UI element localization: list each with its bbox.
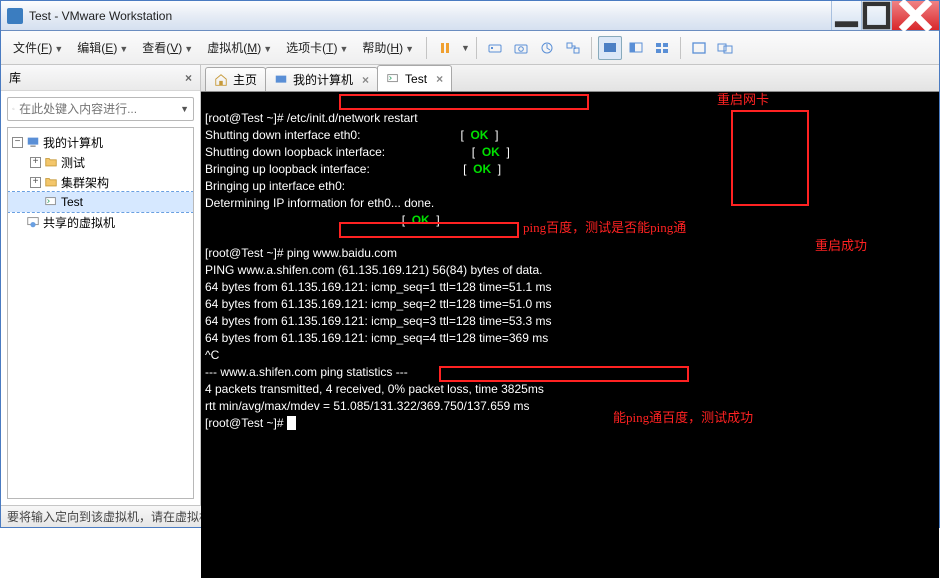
sidebar-title: 库 (9, 69, 21, 86)
menubar: 文件(F)▼ 编辑(E)▼ 查看(V)▼ 虚拟机(M)▼ 选项卡(T)▼ 帮助(… (1, 31, 939, 65)
titlebar: Test - VMware Workstation (1, 1, 939, 31)
maximize-button[interactable] (861, 1, 891, 30)
seamless-button[interactable] (713, 36, 737, 60)
snapshot-manager-button[interactable] (535, 36, 559, 60)
vm-icon (386, 72, 400, 86)
sidebar: 库 × ▼ −我的计算机 +测试 +集群架构 Test 共享的虚拟机 (1, 65, 201, 505)
computer-icon (26, 135, 40, 149)
sidebar-header: 库 × (1, 65, 200, 91)
annotation-box-3 (439, 366, 689, 382)
tab-test[interactable]: Test× (377, 65, 452, 91)
tree: −我的计算机 +测试 +集群架构 Test 共享的虚拟机 (7, 127, 194, 499)
shared-icon (26, 215, 40, 229)
tab-mycomputer[interactable]: 我的计算机× (265, 67, 378, 91)
close-icon[interactable]: × (436, 72, 443, 86)
vm-icon (44, 195, 58, 209)
close-button[interactable] (891, 1, 939, 30)
fullscreen-button[interactable] (687, 36, 711, 60)
annotation-box-2 (339, 222, 519, 238)
terminal[interactable]: [root@Test ~]# /etc/init.d/network resta… (201, 92, 939, 578)
annotation-2: ping百度，测试是否能ping通 (523, 220, 686, 236)
app-icon (7, 8, 23, 24)
annotation-1: 重启网卡 (717, 92, 769, 108)
view-unity-button[interactable] (650, 36, 674, 60)
annotation-4: 能ping通百度，测试成功 (613, 410, 753, 426)
search-input[interactable] (19, 102, 174, 116)
folder-icon (44, 175, 58, 189)
window-title: Test - VMware Workstation (29, 9, 831, 23)
search-icon (12, 102, 15, 116)
snapshot-button[interactable] (509, 36, 533, 60)
view-console-button[interactable] (598, 36, 622, 60)
annotation-3: 重启成功 (815, 238, 867, 254)
menu-edit[interactable]: 编辑(E)▼ (71, 35, 134, 60)
close-icon[interactable]: × (362, 73, 369, 87)
tree-root[interactable]: −我的计算机 (8, 132, 193, 152)
tabbar: 主页 我的计算机× Test× (201, 65, 939, 92)
minimize-button[interactable] (831, 1, 861, 30)
menu-vm[interactable]: 虚拟机(M)▼ (201, 35, 278, 60)
search-dropdown-icon[interactable]: ▼ (180, 104, 189, 114)
tree-item-test[interactable]: Test (8, 192, 193, 212)
folder-icon (44, 155, 58, 169)
tab-home[interactable]: 主页 (205, 67, 266, 91)
home-icon (214, 73, 228, 87)
menu-file[interactable]: 文件(F)▼ (7, 35, 69, 60)
main: 主页 我的计算机× Test× [root@Test ~]# /etc/init… (201, 65, 939, 505)
annotation-box-ok (731, 110, 809, 206)
computer-icon (274, 73, 288, 87)
view-thumbnail-button[interactable] (624, 36, 648, 60)
menu-help[interactable]: 帮助(H)▼ (356, 35, 420, 60)
search-box[interactable]: ▼ (7, 97, 194, 121)
annotation-box-1 (339, 94, 589, 110)
menu-view[interactable]: 查看(V)▼ (136, 35, 199, 60)
send-cad-button[interactable] (483, 36, 507, 60)
cursor (287, 416, 296, 430)
tree-item-test-cn[interactable]: +测试 (8, 152, 193, 172)
pause-button[interactable] (433, 36, 457, 60)
menu-tabs[interactable]: 选项卡(T)▼ (280, 35, 354, 60)
tree-shared[interactable]: 共享的虚拟机 (8, 212, 193, 232)
sidebar-close-icon[interactable]: × (185, 71, 192, 85)
tree-item-cluster[interactable]: +集群架构 (8, 172, 193, 192)
revert-button[interactable] (561, 36, 585, 60)
